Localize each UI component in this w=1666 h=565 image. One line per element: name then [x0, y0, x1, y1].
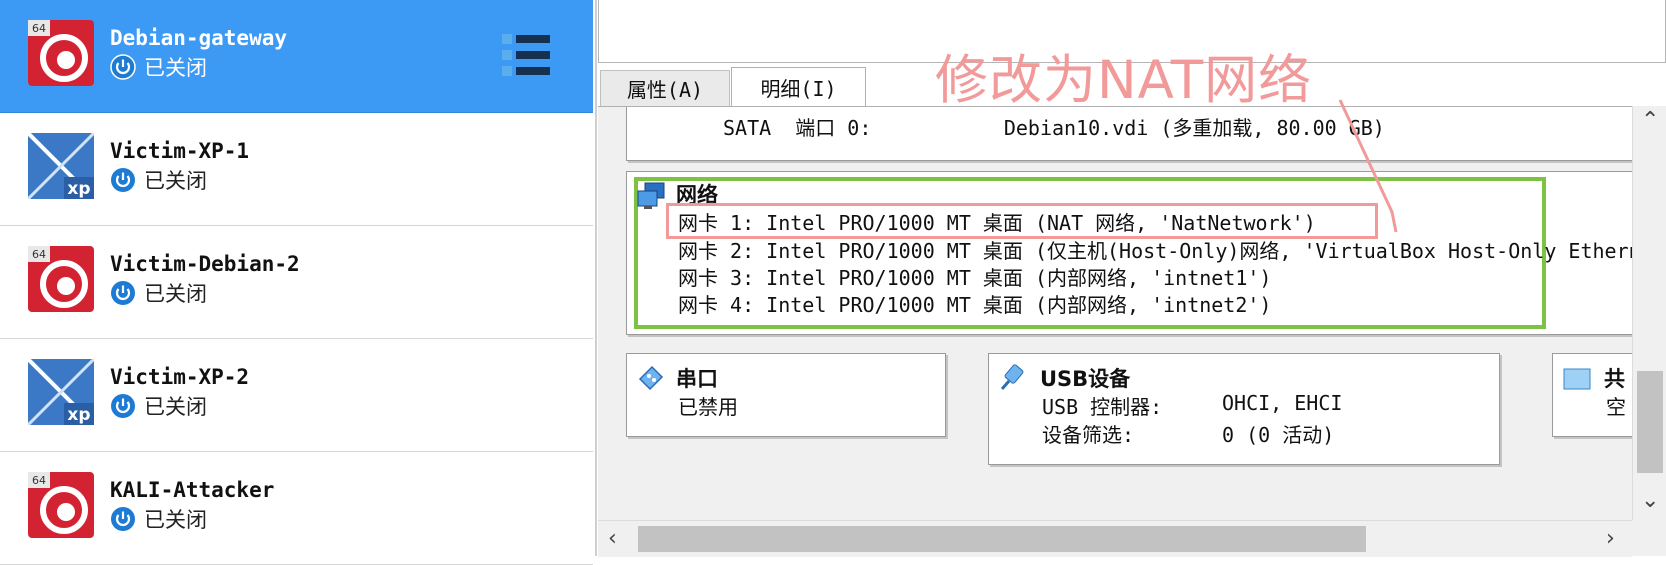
usb-icon	[1000, 364, 1024, 390]
power-off-icon	[111, 281, 135, 305]
scroll-down-icon[interactable]: ⌄	[1641, 490, 1659, 512]
vm-state-label: 已关闭	[144, 508, 207, 532]
vm-state: 已关闭	[110, 391, 207, 421]
vm-name: Victim-Debian-2	[110, 252, 300, 276]
vm-item-kali-attacker[interactable]: 64 KALI-Attacker 已关闭	[0, 452, 593, 565]
scroll-right-icon[interactable]: ›	[1606, 528, 1615, 550]
svg-text:xp: xp	[67, 179, 90, 199]
adapter-4: 网卡 4: Intel PRO/1000 MT 桌面 (内部网络, 'intne…	[678, 293, 1272, 317]
vm-list: 64 Debian-gateway 已关闭 xp Victim-XP-1 已关闭…	[0, 0, 597, 565]
horizontal-scroll-thumb[interactable]	[638, 526, 1366, 552]
svg-text:64: 64	[32, 248, 46, 261]
vertical-scrollbar[interactable]: ⌃ ⌄	[1632, 106, 1666, 520]
usb-controller-label: USB 控制器:	[1042, 395, 1163, 419]
scroll-left-icon[interactable]: ‹	[608, 528, 617, 550]
vm-item-victim-debian-2[interactable]: 64 Victim-Debian-2 已关闭	[0, 226, 593, 339]
scroll-up-icon[interactable]: ⌃	[1641, 110, 1659, 132]
windows-xp-icon: xp	[28, 359, 94, 425]
usb-title: USB设备	[1040, 367, 1131, 391]
vm-state-label: 已关闭	[144, 56, 207, 80]
power-off-icon	[110, 54, 136, 80]
nat-adapter-highlight	[666, 203, 1378, 239]
horizontal-scrollbar[interactable]: ‹ ›	[598, 520, 1632, 557]
vm-state: 已关闭	[110, 504, 207, 534]
vm-state: 已关闭	[110, 52, 207, 82]
storage-line: SATA 端口 0: Debian10.vdi (多重加载, 80.00 GB)	[723, 116, 1385, 140]
serial-port-icon	[638, 365, 664, 391]
vm-item-debian-gateway[interactable]: 64 Debian-gateway 已关闭	[0, 0, 593, 113]
serial-section	[626, 353, 946, 437]
debian-64-icon: 64	[28, 20, 94, 86]
serial-value: 已禁用	[678, 395, 738, 419]
scrollbar-corner	[1632, 520, 1666, 556]
shared-title: 共	[1604, 367, 1625, 391]
adapter-3: 网卡 3: Intel PRO/1000 MT 桌面 (内部网络, 'intne…	[678, 266, 1272, 290]
vm-state-label: 已关闭	[144, 395, 207, 419]
shared-value: 空	[1606, 395, 1626, 419]
details-panel: SATA 端口 0: Debian10.vdi (多重加载, 80.00 GB)…	[598, 106, 1632, 521]
vm-item-victim-xp-2[interactable]: xp Victim-XP-2 已关闭	[0, 339, 593, 452]
power-off-icon	[111, 507, 135, 531]
power-off-icon	[111, 394, 135, 418]
vm-state: 已关闭	[110, 278, 207, 308]
details-menu-icon[interactable]	[500, 30, 552, 82]
svg-text:64: 64	[32, 474, 46, 487]
debian-64-icon: 64	[28, 472, 94, 538]
folder-icon	[1563, 368, 1591, 390]
windows-xp-icon: xp	[28, 133, 94, 199]
serial-title: 串口	[676, 367, 718, 391]
usb-controller-value: OHCI, EHCI	[1222, 391, 1343, 415]
usb-filter-value: 0 (0 活动)	[1222, 423, 1335, 447]
annotation-label: 修改为NAT网络	[935, 50, 1313, 111]
svg-text:xp: xp	[67, 405, 90, 425]
vm-name: Debian-gateway	[110, 26, 288, 50]
vm-state-label: 已关闭	[144, 169, 207, 193]
debian-64-icon: 64	[28, 246, 94, 312]
tab-properties[interactable]: 属性(A)	[600, 70, 730, 106]
vm-item-victim-xp-1[interactable]: xp Victim-XP-1 已关闭	[0, 113, 593, 226]
network-icon	[637, 182, 665, 209]
vm-name: KALI-Attacker	[110, 478, 275, 502]
vm-state-label: 已关闭	[144, 282, 207, 306]
power-off-icon	[111, 168, 135, 192]
tab-details[interactable]: 明细(I)	[731, 67, 866, 107]
vertical-scroll-thumb[interactable]	[1637, 371, 1663, 473]
adapter-2: 网卡 2: Intel PRO/1000 MT 桌面 (仅主机(Host-Onl…	[678, 239, 1632, 263]
storage-section: SATA 端口 0: Debian10.vdi (多重加载, 80.00 GB)	[626, 107, 1632, 161]
svg-text:64: 64	[32, 22, 46, 35]
usb-filter-label: 设备筛选:	[1042, 423, 1135, 447]
vm-name: Victim-XP-1	[110, 139, 250, 163]
vm-state: 已关闭	[110, 165, 207, 195]
vm-name: Victim-XP-2	[110, 365, 250, 389]
